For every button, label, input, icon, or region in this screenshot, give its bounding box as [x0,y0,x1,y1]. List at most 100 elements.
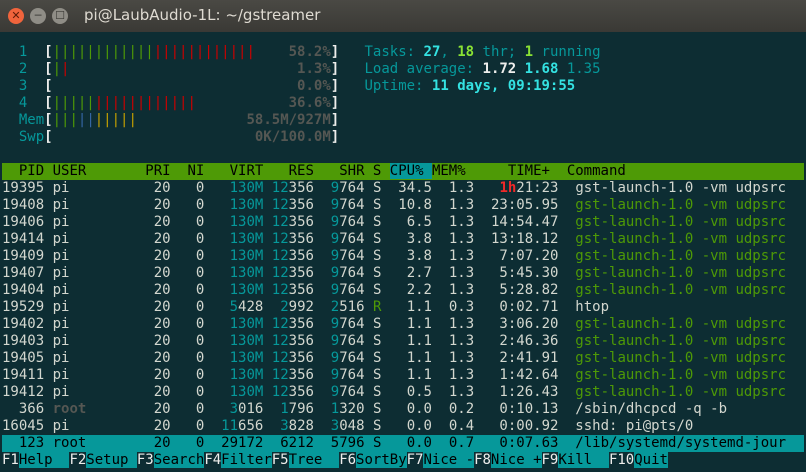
nice: 0 [170,350,205,366]
res: 796 [288,401,314,417]
process-row[interactable]: 19395 pi 20 0 130M 12356 9764 S 34.5 1.3… [2,180,804,197]
priority: 20 [128,180,171,196]
process-row[interactable]: 366 root 20 0 3016 1796 1320 S 0.0 0.2 0… [2,401,804,418]
column-header[interactable]: TIME+ [474,163,567,179]
fkey-f7[interactable]: F7 [407,452,424,468]
shr: 764 [339,316,365,332]
mem-percent: 1.3 [431,350,475,366]
column-header[interactable]: RES [263,163,314,179]
process-row[interactable]: 123 root 20 0 29172 6212 5796 S 0.0 0.7 … [2,435,804,452]
column-header[interactable]: S [365,163,381,179]
process-row[interactable]: 19529 pi 20 0 5428 2992 2516 R 1.1 0.3 0… [2,299,804,316]
close-icon[interactable]: ✕ [8,8,24,24]
meter-bracket: [ [44,44,53,60]
maximize-icon[interactable]: ☐ [52,8,68,24]
process-row[interactable]: 19405 pi 20 0 130M 12356 9764 S 1.1 1.3 … [2,350,804,367]
fkey-f1[interactable]: F1 [2,452,19,468]
fkey-label[interactable]: Search [153,452,205,468]
shr: 9 [313,282,340,298]
shr: 9 [313,197,340,213]
command: /sbin/dhcpcd -q -b [575,401,728,417]
nice: 0 [170,282,205,298]
meter-bracket: [ [44,95,53,111]
virt: 656 [238,418,264,434]
fkey-f10[interactable]: F10 [609,452,634,468]
fkey-label[interactable]: SortBy [356,452,407,468]
user: pi [44,197,129,213]
column-header[interactable] [381,163,389,179]
fkey-f8[interactable]: F8 [474,452,491,468]
summary-text: thr; [474,44,525,60]
fkey-label[interactable]: Nice + [490,452,542,468]
fkey-f2[interactable]: F2 [69,452,86,468]
meter-bracket: ] [330,61,340,77]
window-titlebar[interactable]: ✕ ─ ☐ pi@LaubAudio-1L: ~/gstreamer [0,0,806,32]
priority: 20 [128,214,171,230]
fkey-label[interactable]: Help [18,452,70,468]
command: gst-launch-1.0 -vm udpsrc [575,248,787,264]
fkey-f4[interactable]: F4 [204,452,221,468]
process-row[interactable]: 19412 pi 20 0 130M 12356 9764 S 0.5 1.3 … [2,384,804,401]
nice: 0 [170,197,205,213]
shr: 764 [339,197,365,213]
cpu-meter-4: 4 [||||||||||||||||| 36.6%] [2,95,804,112]
fkey-f9[interactable]: F9 [542,452,559,468]
virt: 130M [204,180,264,196]
fkey-label[interactable]: Nice - [423,452,475,468]
column-header[interactable]: NI [171,163,204,179]
column-header[interactable]: CPU% [389,163,432,179]
process-row[interactable]: 19411 pi 20 0 130M 12356 9764 S 1.1 1.3 … [2,367,804,384]
column-header[interactable]: Command [567,163,626,179]
fkey-label[interactable]: Quit [634,452,668,468]
fkey-label[interactable]: Tree [288,452,340,468]
meter-label: 2 [2,61,45,77]
process-row[interactable]: 19403 pi 20 0 130M 12356 9764 S 1.1 1.3 … [2,333,804,350]
fkey-f3[interactable]: F3 [137,452,154,468]
process-row[interactable]: 19407 pi 20 0 130M 12356 9764 S 2.7 1.3 … [2,265,804,282]
shr: 764 [339,265,365,281]
fkey-label[interactable]: Kill [558,452,609,468]
column-header[interactable]: USER [44,163,128,179]
process-row[interactable]: 19406 pi 20 0 130M 12356 9764 S 6.5 1.3 … [2,214,804,231]
minimize-icon[interactable]: ─ [30,8,46,24]
process-row[interactable]: 19404 pi 20 0 130M 12356 9764 S 2.2 1.3 … [2,282,804,299]
virt: 130M [204,333,264,349]
summary-text: Load average: [364,61,483,77]
column-header[interactable]: SHR [314,163,364,179]
command: htop [575,299,610,315]
column-header-bar[interactable]: PID USER PRI NI VIRT RES SHR S CPU% MEM%… [2,163,804,180]
column-header[interactable]: PRI [128,163,170,179]
column-header[interactable]: MEM% [432,163,474,179]
process-row[interactable]: 19408 pi 20 0 130M 12356 9764 S 10.8 1.3… [2,197,804,214]
res: 12 [263,384,289,400]
pid: 19529 [2,299,45,315]
mem-percent: 1.3 [431,384,475,400]
process-row[interactable]: 19414 pi 20 0 130M 12356 9764 S 3.8 1.3 … [2,231,804,248]
selected-process-row[interactable]: 123 root 20 0 29172 6212 5796 S 0.0 0.7 … [2,435,804,452]
virt: 5 [204,299,239,315]
fkey-f5[interactable]: F5 [272,452,289,468]
virt: 016 [238,401,264,417]
fkey-label[interactable]: Filter [221,452,272,468]
cpu-percent: 0.0 [381,435,432,451]
fkey-f6[interactable]: F6 [339,452,356,468]
process-row[interactable]: 16045 pi 20 0 11656 3828 3048 S 0.0 0.4 … [2,418,804,435]
process-row[interactable]: 19409 pi 20 0 130M 12356 9764 S 3.8 1.3 … [2,248,804,265]
pid: 19404 [2,282,45,298]
column-header[interactable]: VIRT [204,163,264,179]
res: 12 [263,350,289,366]
column-header[interactable]: PID [2,163,44,179]
cpu-percent: 3.8 [381,231,432,247]
meter-label: 1 [2,44,45,60]
process-row[interactable]: 19402 pi 20 0 130M 12356 9764 S 1.1 1.3 … [2,316,804,333]
pid: 19411 [2,367,45,383]
fkey-label[interactable]: Setup [86,452,137,468]
htop-screen[interactable]: 1 [|||||||||||||||||||||||| 58.2%] Tasks… [2,44,804,469]
